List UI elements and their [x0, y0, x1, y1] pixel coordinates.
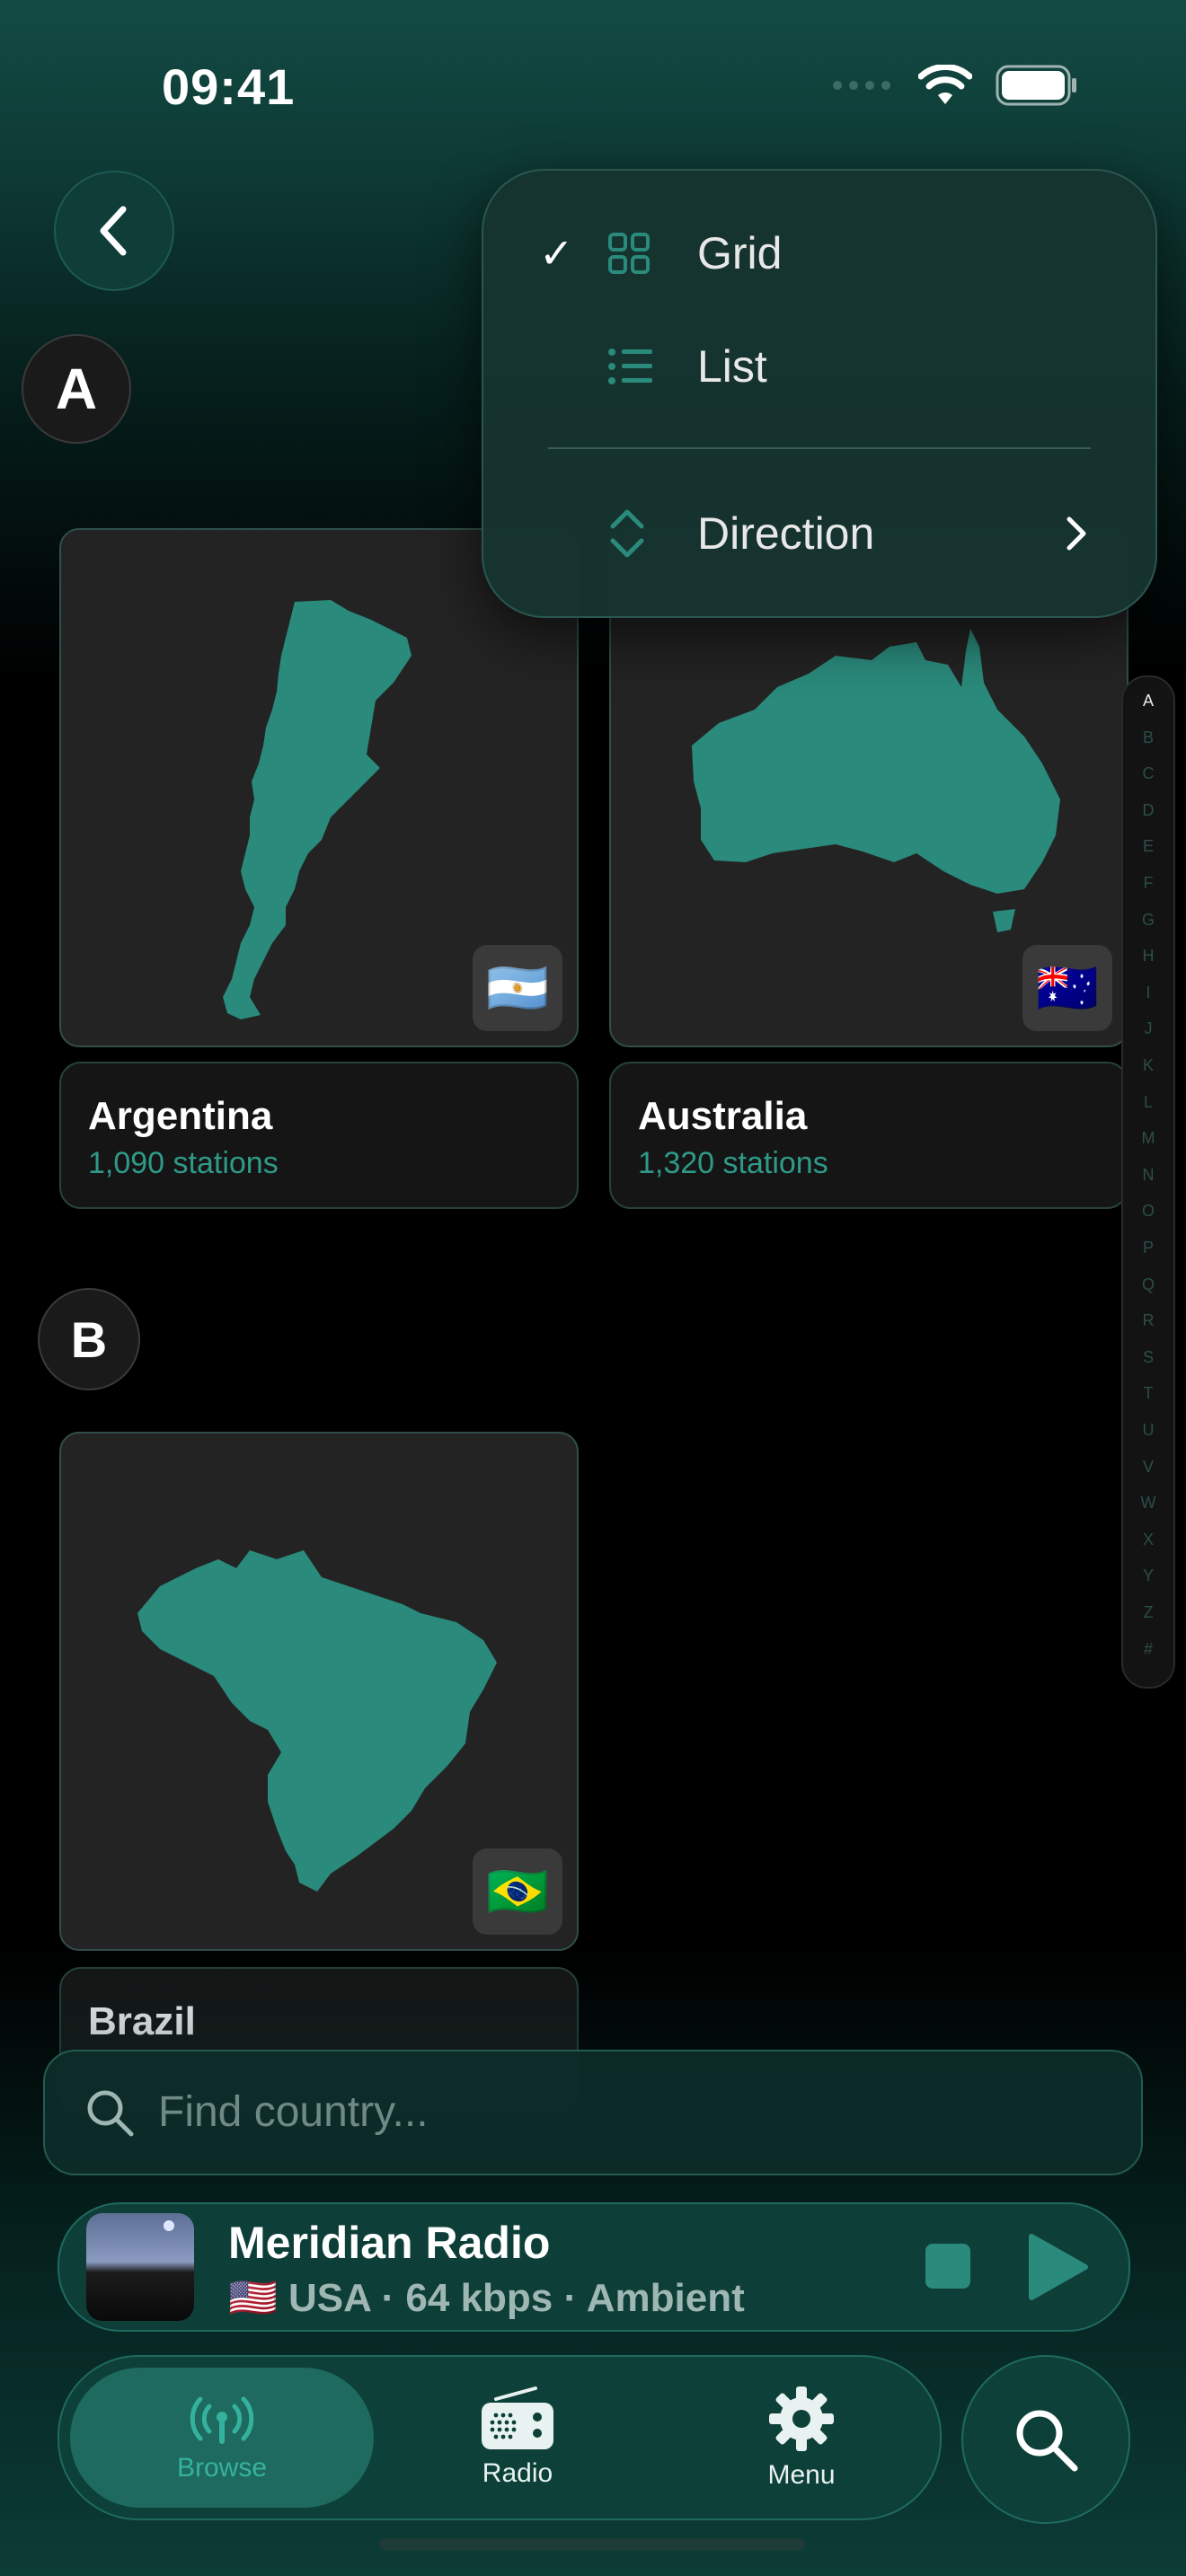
status-time: 09:41 — [162, 58, 296, 115]
gear-icon — [769, 2386, 834, 2451]
station-name: Meridian Radio — [228, 2218, 551, 2268]
index-letter[interactable]: H — [1123, 947, 1173, 966]
view-options-menu: ✓ Grid List Direction — [482, 169, 1157, 618]
section-header-b: B — [38, 1288, 140, 1390]
country-search-bar[interactable]: Find country... — [43, 2050, 1143, 2175]
grid-icon — [608, 233, 650, 274]
tab-radio[interactable]: Radio — [428, 2357, 607, 2519]
menu-item-grid[interactable]: ✓ Grid — [483, 208, 1155, 298]
search-placeholder: Find country... — [158, 2088, 429, 2136]
tab-label-browse: Browse — [176, 2453, 268, 2483]
home-indicator — [379, 2538, 805, 2551]
chevron-right-icon — [1067, 516, 1086, 551]
search-button[interactable] — [961, 2355, 1130, 2524]
station-artwork — [86, 2213, 194, 2321]
wifi-icon — [918, 65, 972, 104]
country-name: Argentina — [88, 1094, 273, 1138]
checkmark-icon: ✓ — [539, 230, 574, 277]
country-card-brazil[interactable]: 🇧🇷 — [59, 1432, 579, 1951]
index-letter[interactable]: J — [1123, 1019, 1173, 1038]
tab-label-radio: Radio — [482, 2458, 553, 2488]
index-letter[interactable]: O — [1123, 1202, 1173, 1221]
battery-icon — [996, 65, 1076, 106]
chevron-up-down-icon — [610, 509, 644, 558]
index-letter[interactable]: M — [1123, 1129, 1173, 1148]
tab-bar: Browse Radio Menu — [58, 2355, 942, 2520]
tab-menu[interactable]: Menu — [712, 2357, 891, 2519]
index-letter[interactable]: B — [1123, 728, 1173, 747]
flag-australia: 🇦🇺 — [1022, 945, 1112, 1031]
index-letter[interactable]: # — [1123, 1640, 1173, 1659]
index-letter[interactable]: D — [1123, 801, 1173, 820]
menu-label-grid: Grid — [697, 228, 783, 278]
index-letter[interactable]: E — [1123, 837, 1173, 856]
index-letter[interactable]: K — [1123, 1056, 1173, 1075]
country-info-australia[interactable]: Australia 1,320 stations — [609, 1062, 1128, 1209]
menu-label-list: List — [697, 341, 767, 392]
back-button[interactable] — [54, 171, 174, 291]
index-letter[interactable]: W — [1123, 1494, 1173, 1513]
index-letter[interactable]: S — [1123, 1348, 1173, 1367]
index-letter[interactable]: L — [1123, 1093, 1173, 1112]
us-flag: 🇺🇸 — [228, 2276, 278, 2320]
cellular-signal-icon — [833, 81, 890, 90]
stop-button[interactable] — [925, 2244, 970, 2289]
index-letter[interactable]: F — [1123, 874, 1173, 893]
index-letter[interactable]: U — [1123, 1421, 1173, 1440]
status-icons — [832, 65, 1078, 106]
country-card-argentina[interactable]: 🇦🇷 — [59, 528, 579, 1047]
now-playing-bar[interactable]: Meridian Radio 🇺🇸 USA · 64 kbps · Ambien… — [58, 2202, 1130, 2332]
index-letter[interactable]: G — [1123, 911, 1173, 930]
index-letter[interactable]: I — [1123, 984, 1173, 1002]
tab-browse[interactable]: Browse — [70, 2357, 374, 2519]
country-info-argentina[interactable]: Argentina 1,090 stations — [59, 1062, 579, 1209]
index-letter[interactable]: V — [1123, 1458, 1173, 1477]
station-count: 1,090 stations — [88, 1146, 279, 1180]
menu-divider — [548, 447, 1091, 449]
menu-item-direction[interactable]: Direction — [483, 489, 1155, 578]
index-letter[interactable]: P — [1123, 1239, 1173, 1257]
index-letter[interactable]: N — [1123, 1166, 1173, 1185]
radio-icon — [482, 2386, 553, 2449]
station-details: 🇺🇸 USA · 64 kbps · Ambient — [228, 2274, 745, 2321]
index-letter[interactable]: R — [1123, 1311, 1173, 1330]
index-letter[interactable]: Q — [1123, 1275, 1173, 1294]
index-letter[interactable]: T — [1123, 1384, 1173, 1403]
chevron-left-icon — [100, 206, 127, 256]
search-icon — [87, 2090, 134, 2137]
flag-brazil: 🇧🇷 — [473, 1848, 562, 1935]
tab-label-menu: Menu — [767, 2460, 836, 2490]
index-letter[interactable]: X — [1123, 1531, 1173, 1549]
play-button[interactable] — [1026, 2233, 1089, 2301]
index-letter[interactable]: Z — [1123, 1603, 1173, 1622]
country-name: Brazil — [88, 1999, 196, 2043]
antenna-icon — [190, 2396, 254, 2444]
station-meta: USA · 64 kbps · Ambient — [288, 2276, 745, 2320]
search-icon — [1016, 2410, 1078, 2472]
index-letter[interactable]: Y — [1123, 1566, 1173, 1585]
alphabet-index[interactable]: A B C D E F G H I J K L M N O P Q R S T U V W X Y Z # — [1121, 675, 1175, 1689]
flag-argentina: 🇦🇷 — [473, 945, 562, 1031]
menu-label-direction: Direction — [697, 508, 875, 559]
country-name: Australia — [638, 1094, 808, 1138]
menu-item-list[interactable]: List — [483, 322, 1155, 411]
station-count: 1,320 stations — [638, 1146, 828, 1180]
index-letter[interactable]: A — [1123, 692, 1173, 710]
section-header-a: A — [22, 334, 131, 444]
index-letter[interactable]: C — [1123, 764, 1173, 783]
list-icon — [608, 348, 652, 384]
